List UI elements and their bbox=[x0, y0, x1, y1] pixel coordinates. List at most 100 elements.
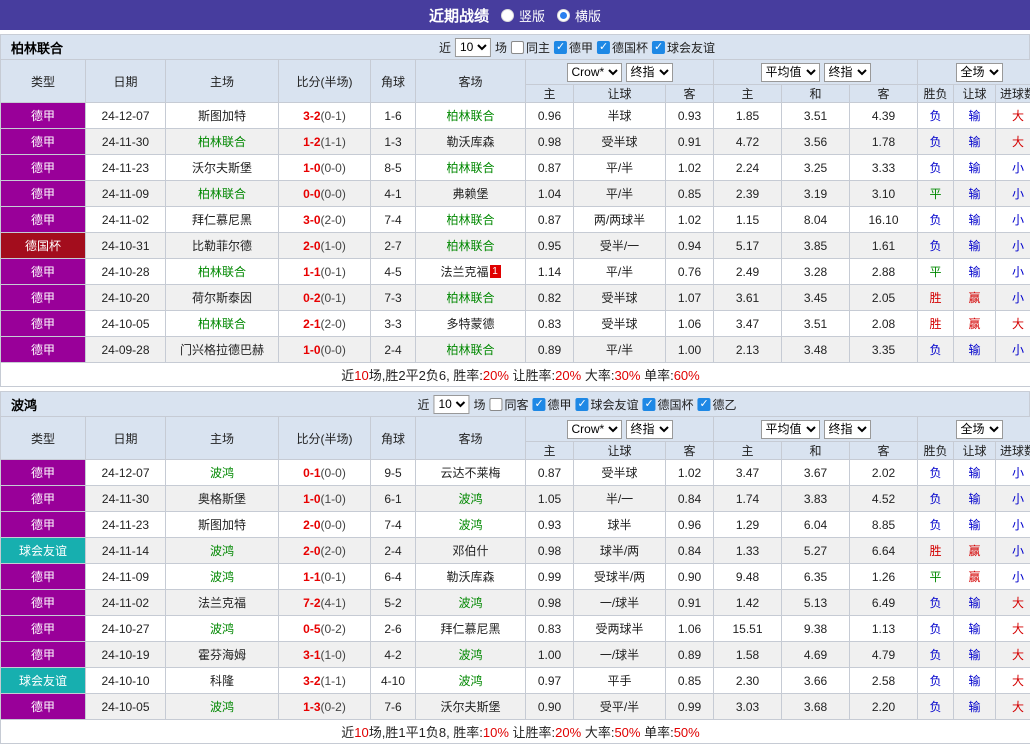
final-odds-select[interactable]: 终指 bbox=[626, 420, 673, 439]
score-cell: 1-1(0-1) bbox=[279, 259, 371, 285]
radio-unselected-icon[interactable] bbox=[501, 9, 514, 22]
match-row: 德甲24-10-20荷尔斯泰因0-2(0-1)7-3柏林联合0.82受半球1.0… bbox=[1, 285, 1030, 311]
summary-segment: 场,胜1平1负8, 胜率: bbox=[369, 725, 483, 740]
final-odds-select[interactable]: 终指 bbox=[626, 63, 673, 82]
euro-home-odds-cell: 2.39 bbox=[714, 181, 782, 207]
league-type-cell: 德甲 bbox=[1, 311, 86, 337]
away-team: 弗赖堡 bbox=[452, 187, 488, 201]
summary-segment: 场,胜2平2负6, 胜率: bbox=[369, 368, 483, 383]
checked-checkbox-icon[interactable] bbox=[576, 398, 589, 411]
league-type-cell: 德甲 bbox=[1, 207, 86, 233]
away-team: 柏林联合 bbox=[446, 239, 494, 253]
unchecked-checkbox-icon[interactable] bbox=[489, 398, 502, 411]
handicap-away-odds-cell: 0.84 bbox=[666, 538, 714, 564]
score-cell: 0-1(0-0) bbox=[279, 460, 371, 486]
half-time-score: (0-1) bbox=[321, 265, 346, 279]
euro-home-odds-cell: 5.17 bbox=[714, 233, 782, 259]
half-time-score: (0-0) bbox=[321, 518, 346, 532]
average-final-odds-select[interactable]: 终指 bbox=[824, 63, 871, 82]
league-filter-checkbox[interactable]: 德甲 bbox=[532, 396, 571, 413]
scope-select[interactable]: 全场 bbox=[956, 420, 1003, 439]
home-team-cell: 斯图加特 bbox=[166, 512, 279, 538]
corner-cell: 7-6 bbox=[371, 694, 416, 720]
full-time-score: 2-0 bbox=[303, 544, 320, 558]
average-select[interactable]: 平均值 bbox=[761, 63, 820, 82]
checkbox-label: 德甲 bbox=[547, 396, 571, 413]
col-header-goals: 进球数 bbox=[996, 85, 1030, 103]
league-filter-checkbox[interactable]: 德甲 bbox=[554, 39, 593, 56]
checked-checkbox-icon[interactable] bbox=[652, 41, 665, 54]
layout-option-horizontal[interactable]: 横版 bbox=[557, 6, 601, 25]
layout-option-vertical[interactable]: 竖版 bbox=[501, 6, 545, 25]
odds-company-select[interactable]: Crow* bbox=[567, 63, 622, 82]
euro-home-odds-cell: 1.29 bbox=[714, 512, 782, 538]
home-team: 波鸿 bbox=[210, 622, 234, 636]
col-header-away: 客场 bbox=[416, 60, 526, 103]
match-row: 德国杯24-10-31比勒菲尔德2-0(1-0)2-7柏林联合0.95受半/一0… bbox=[1, 233, 1030, 259]
checked-checkbox-icon[interactable] bbox=[643, 398, 656, 411]
score-cell: 0-0(0-0) bbox=[279, 181, 371, 207]
goals-result-cell: 大 bbox=[996, 668, 1030, 694]
average-select[interactable]: 平均值 bbox=[761, 420, 820, 439]
full-time-score: 0-5 bbox=[303, 622, 320, 636]
handicap-home-odds-cell: 0.90 bbox=[526, 694, 574, 720]
checked-checkbox-icon[interactable] bbox=[532, 398, 545, 411]
full-time-score: 2-0 bbox=[303, 239, 320, 253]
handicap-result-cell: 赢 bbox=[954, 311, 996, 337]
radio-selected-icon[interactable] bbox=[557, 9, 570, 22]
handicap-line-cell: 受半球 bbox=[574, 285, 666, 311]
league-filter-checkbox[interactable]: 德国杯 bbox=[643, 396, 694, 413]
handicap-home-odds-cell: 0.99 bbox=[526, 564, 574, 590]
average-final-odds-select[interactable]: 终指 bbox=[824, 420, 871, 439]
checked-checkbox-icon[interactable] bbox=[554, 41, 567, 54]
home-team-cell: 柏林联合 bbox=[166, 311, 279, 337]
league-filter-checkbox[interactable]: 球会友谊 bbox=[652, 39, 715, 56]
handicap-result-cell: 输 bbox=[954, 616, 996, 642]
euro-draw-odds-cell: 3.28 bbox=[782, 259, 850, 285]
home-team-cell: 波鸿 bbox=[166, 564, 279, 590]
euro-home-odds-cell: 4.72 bbox=[714, 129, 782, 155]
away-team-cell: 法兰克福1 bbox=[416, 259, 526, 285]
matches-count-select[interactable]: 10 bbox=[433, 395, 469, 414]
corner-cell: 2-4 bbox=[371, 538, 416, 564]
date-cell: 24-10-28 bbox=[86, 259, 166, 285]
checked-checkbox-icon[interactable] bbox=[698, 398, 711, 411]
odds-company-select[interactable]: Crow* bbox=[567, 420, 622, 439]
euro-home-odds-cell: 15.51 bbox=[714, 616, 782, 642]
league-type-cell: 球会友谊 bbox=[1, 538, 86, 564]
same-venue-checkbox[interactable]: 同客 bbox=[489, 396, 528, 413]
away-team-cell: 波鸿 bbox=[416, 668, 526, 694]
team-filter-bar: 波鸿 近10场同客德甲球会友谊德国杯德乙 bbox=[0, 391, 1030, 416]
goals-result-cell: 小 bbox=[996, 460, 1030, 486]
scope-select[interactable]: 全场 bbox=[956, 63, 1003, 82]
goals-result-cell: 小 bbox=[996, 512, 1030, 538]
league-type-cell: 德甲 bbox=[1, 616, 86, 642]
home-team-cell: 柏林联合 bbox=[166, 129, 279, 155]
league-filter-checkbox[interactable]: 德国杯 bbox=[597, 39, 648, 56]
league-filter-checkbox[interactable]: 球会友谊 bbox=[576, 396, 639, 413]
summary-segment: 10 bbox=[354, 368, 368, 383]
matches-count-select[interactable]: 10 bbox=[455, 38, 491, 57]
unchecked-checkbox-icon[interactable] bbox=[511, 41, 524, 54]
away-team: 柏林联合 bbox=[446, 213, 494, 227]
euro-home-odds-cell: 3.47 bbox=[714, 460, 782, 486]
col-header-euro-draw: 和 bbox=[782, 85, 850, 103]
home-team-cell: 斯图加特 bbox=[166, 103, 279, 129]
score-cell: 0-2(0-1) bbox=[279, 285, 371, 311]
corner-cell: 8-5 bbox=[371, 155, 416, 181]
away-team-cell: 邓伯什 bbox=[416, 538, 526, 564]
score-cell: 3-2(0-1) bbox=[279, 103, 371, 129]
date-cell: 24-10-10 bbox=[86, 668, 166, 694]
handicap-result-cell: 输 bbox=[954, 155, 996, 181]
checked-checkbox-icon[interactable] bbox=[597, 41, 610, 54]
col-header-handicap-home: 主 bbox=[526, 85, 574, 103]
summary-row: 近10场,胜2平2负6, 胜率:20% 让胜率:20% 大率:30% 单率:60… bbox=[1, 363, 1030, 387]
result-cell: 负 bbox=[918, 590, 954, 616]
corner-cell: 9-5 bbox=[371, 460, 416, 486]
league-filter-checkbox[interactable]: 德乙 bbox=[698, 396, 737, 413]
same-venue-checkbox[interactable]: 同主 bbox=[511, 39, 550, 56]
col-header-corner: 角球 bbox=[371, 60, 416, 103]
handicap-result-cell: 输 bbox=[954, 207, 996, 233]
euro-away-odds-cell: 3.33 bbox=[850, 155, 918, 181]
col-header-away: 客场 bbox=[416, 417, 526, 460]
